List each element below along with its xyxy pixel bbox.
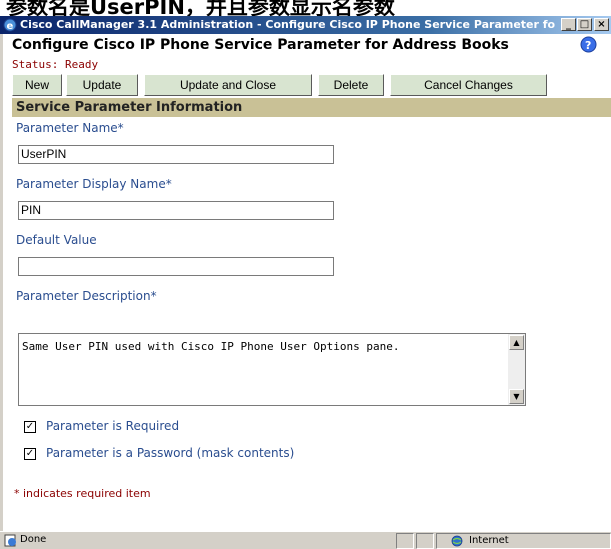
delete-button[interactable]: Delete — [318, 74, 384, 96]
zone-panel: Internet — [436, 533, 611, 549]
caption-strip: 参数名是UserPIN，并且参数显示名参数 — [0, 0, 611, 16]
scroll-down-icon[interactable]: ▼ — [509, 389, 524, 404]
globe-icon — [451, 535, 463, 547]
update-button[interactable]: Update — [66, 74, 138, 96]
default-value-input[interactable] — [18, 257, 334, 276]
window-title: Cisco CallManager 3.1 Administration - C… — [20, 18, 556, 31]
close-button[interactable]: × — [594, 18, 609, 31]
ie-icon: e — [3, 18, 17, 32]
status-done-text: Done — [20, 534, 47, 545]
required-note: * indicates required item — [14, 487, 151, 500]
parameter-name-label: Parameter Name* — [16, 121, 124, 135]
parameter-display-name-input[interactable]: PIN — [18, 201, 334, 220]
status-panel-1 — [396, 533, 414, 549]
scroll-up-icon[interactable]: ▲ — [509, 335, 524, 350]
password-checkbox-label: Parameter is a Password (mask contents) — [46, 446, 295, 460]
parameter-description-label: Parameter Description* — [16, 289, 157, 303]
window-titlebar[interactable]: e Cisco CallManager 3.1 Administration -… — [0, 16, 611, 34]
cancel-changes-button[interactable]: Cancel Changes — [390, 74, 547, 96]
required-checkbox-label: Parameter is Required — [46, 419, 180, 433]
zone-text: Internet — [469, 535, 509, 546]
svg-text:e: e — [7, 21, 14, 32]
update-and-close-button[interactable]: Update and Close — [144, 74, 312, 96]
status-panel-2 — [416, 533, 434, 549]
default-value-label: Default Value — [16, 233, 97, 247]
svg-text:?: ? — [585, 39, 591, 52]
description-scrollbar[interactable]: ▲ ▼ — [508, 334, 525, 405]
section-header: Service Parameter Information — [12, 98, 611, 117]
parameter-description-textarea[interactable]: Same User PIN used with Cisco IP Phone U… — [18, 333, 526, 406]
required-checkbox[interactable]: ✓ — [24, 421, 36, 433]
new-button[interactable]: New — [12, 74, 62, 96]
help-icon[interactable]: ? — [580, 36, 597, 53]
parameter-name-input[interactable]: UserPIN — [18, 145, 334, 164]
status-text: Status: Ready — [12, 58, 99, 71]
parameter-display-name-label: Parameter Display Name* — [16, 177, 172, 191]
caption-text: 参数名是UserPIN，并且参数显示名参数 — [6, 0, 395, 16]
page-done-icon — [4, 534, 16, 547]
section-title: Service Parameter Information — [16, 100, 243, 115]
page-title: Configure Cisco IP Phone Service Paramet… — [12, 37, 509, 53]
minimize-button[interactable]: _ — [561, 18, 576, 31]
maximize-button[interactable]: □ — [577, 18, 592, 31]
parameter-description-text: Same User PIN used with Cisco IP Phone U… — [22, 340, 400, 353]
password-checkbox[interactable]: ✓ — [24, 448, 36, 460]
browser-status-bar: Done Internet — [0, 531, 611, 549]
